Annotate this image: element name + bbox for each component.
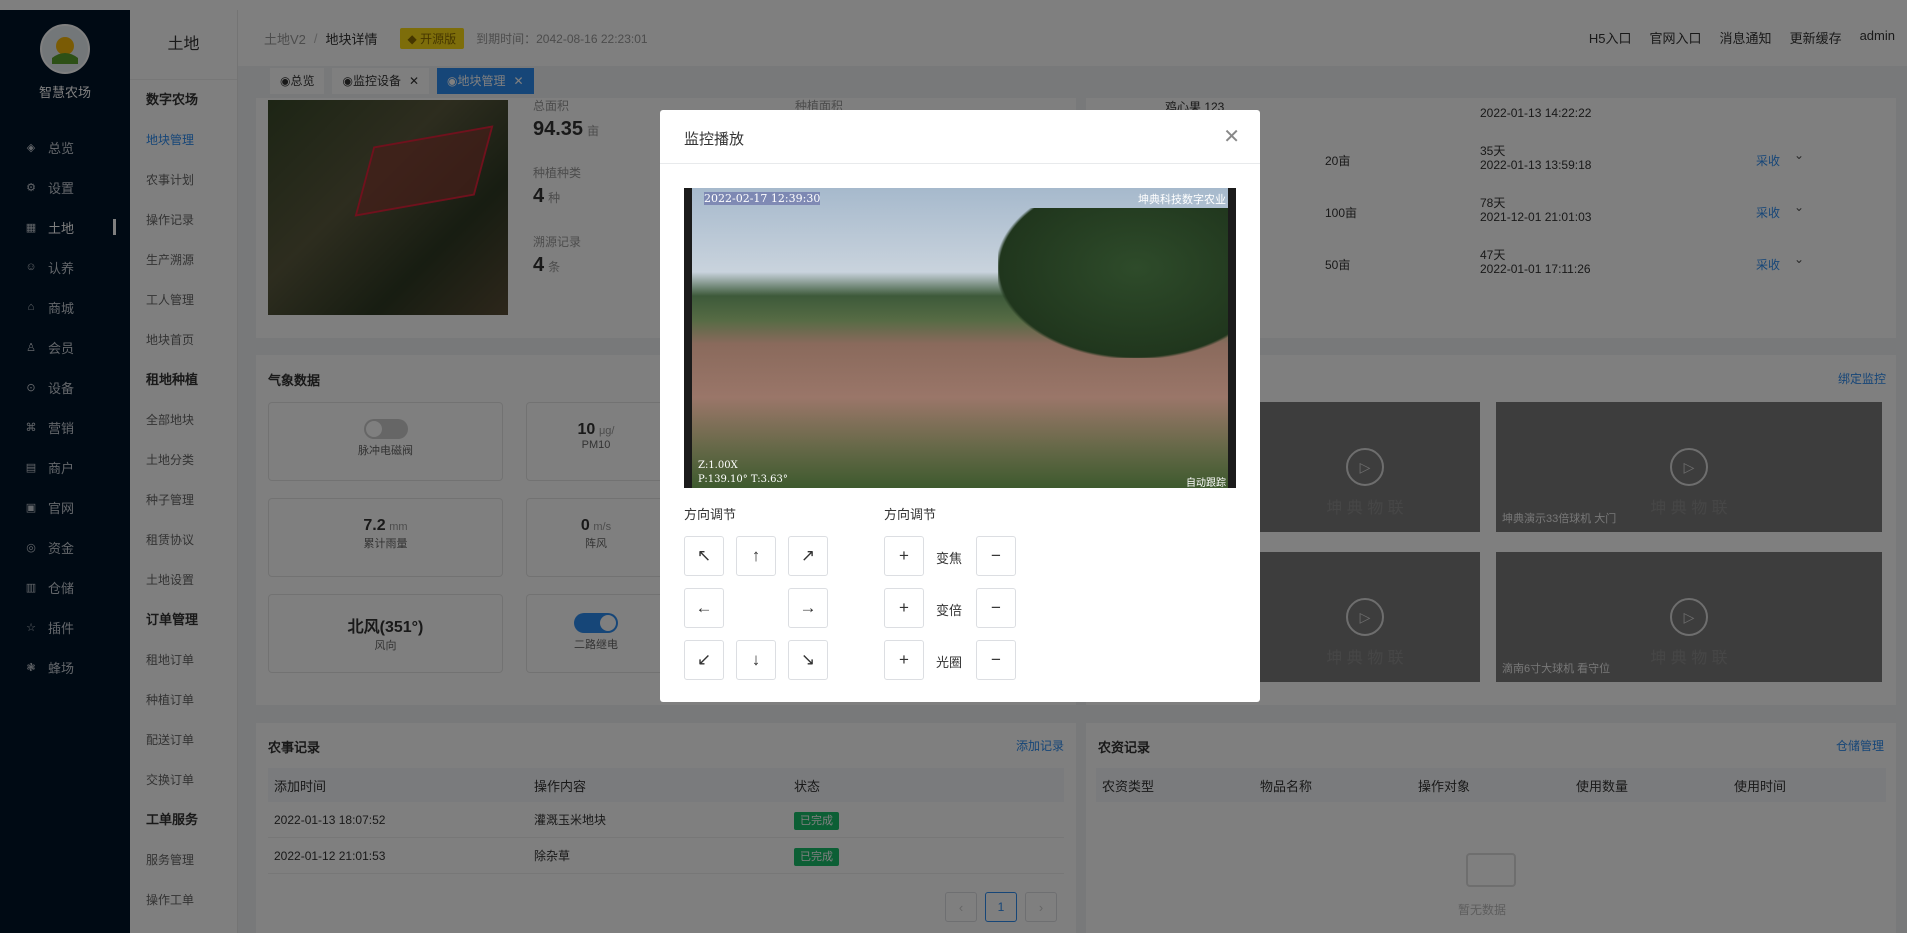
modal-header: 监控播放 ✕	[660, 110, 1260, 164]
mag-label: 变倍	[936, 603, 963, 618]
video-player[interactable]: 2022-02-17 12:39:30 坤典科技数字农业 Z:1.00X P:1…	[684, 188, 1236, 488]
modal-title: 监控播放	[684, 131, 745, 148]
direction-label: 方向调节	[684, 507, 737, 522]
down-left-arrow-button[interactable]: ↙	[684, 640, 724, 680]
mag-plus-button[interactable]: +	[884, 588, 924, 628]
iris-label: 光圈	[936, 655, 963, 670]
mag-minus-button[interactable]: −	[976, 588, 1016, 628]
focus-plus-button[interactable]: +	[884, 536, 924, 576]
down-arrow-button[interactable]: ↓	[736, 640, 776, 680]
iris-plus-button[interactable]: +	[884, 640, 924, 680]
osd-zoom: Z:1.00X	[698, 460, 738, 471]
up-arrow-button[interactable]: ↑	[736, 536, 776, 576]
camera-feed	[692, 188, 1228, 488]
down-right-arrow-button[interactable]: ↘	[788, 640, 828, 680]
osd-mode: 自动跟踪	[1186, 478, 1226, 488]
zoom-control-label: 方向调节	[884, 507, 937, 522]
up-right-arrow-button[interactable]: ↗	[788, 536, 828, 576]
focus-label: 变焦	[936, 551, 963, 566]
up-left-arrow-button[interactable]: ↖	[684, 536, 724, 576]
monitor-play-modal: 监控播放 ✕ 2022-02-17 12:39:30 坤典科技数字农业 Z:1.…	[660, 110, 1260, 702]
hill-shape	[998, 208, 1228, 358]
left-arrow-button[interactable]: ←	[684, 588, 724, 628]
osd-brand: 坤典科技数字农业	[1138, 193, 1226, 206]
osd-ptz: P:139.10° T:3.63°	[698, 474, 788, 485]
iris-minus-button[interactable]: −	[976, 640, 1016, 680]
osd-time: 2022-02-17 12:39:30	[704, 192, 821, 205]
focus-minus-button[interactable]: −	[976, 536, 1016, 576]
close-icon[interactable]: ✕	[1223, 124, 1240, 149]
right-arrow-button[interactable]: →	[788, 588, 828, 628]
